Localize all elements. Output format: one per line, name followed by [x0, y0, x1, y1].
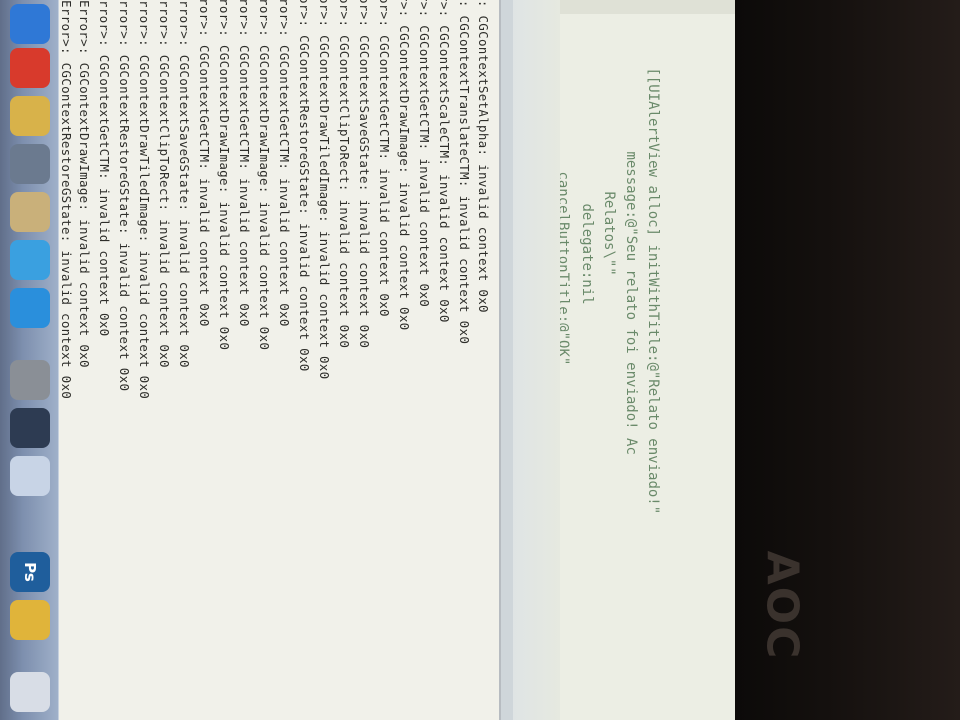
console-line: or>: CGContextSaveGState: invalid contex… — [357, 0, 372, 349]
console-line: ror>: CGContextGetCTM: invalid context 0… — [237, 0, 252, 327]
console-line: rror>: CGContextDrawTiledImage: invalid … — [137, 0, 152, 400]
console-line: Error>: CGContextDrawImage: invalid cont… — [77, 0, 92, 368]
dock: Ps — [0, 0, 59, 720]
console-line: ror>: CGContextGetCTM: invalid context 0… — [277, 0, 292, 327]
divider-line — [499, 0, 501, 720]
console-line: or>: CGContextRestoreGState: invalid con… — [297, 0, 312, 372]
monitor-brand-logo: AOC — [757, 540, 808, 670]
console-line: or>: CGContextGetCTM: invalid context 0x… — [377, 0, 392, 317]
finder-icon[interactable] — [10, 4, 50, 44]
monitor-brand-text: AOC — [756, 550, 808, 660]
monitor-screen: [[UIAlertView alloc] initWithTitle:@"Rel… — [0, 0, 735, 720]
console-line: rror>: CGContextClipToRect: invalid cont… — [157, 0, 172, 368]
photo-scene: AOC [[UIAlertView alloc] initWithTitle:@… — [0, 0, 960, 720]
console-header-bar — [501, 0, 513, 720]
console-line: ror>: CGContextGetCTM: invalid context 0… — [197, 0, 212, 327]
console-line: r>: CGContextDrawImage: invalid context … — [397, 0, 412, 331]
console-line: >: CGContextSetAlpha: invalid context 0x… — [476, 0, 491, 313]
appstore-icon[interactable] — [10, 288, 50, 328]
preview-icon[interactable] — [10, 96, 50, 136]
console-line: or>: CGContextClipToRect: invalid contex… — [337, 0, 352, 349]
dev-app-icon[interactable] — [10, 456, 50, 496]
safari-icon[interactable] — [10, 240, 50, 280]
console-line: ror>: CGContextDrawImage: invalid contex… — [257, 0, 272, 351]
console-line: ror>: CGContextDrawImage: invalid contex… — [217, 0, 232, 351]
chrome-icon[interactable] — [10, 600, 50, 640]
console-line: >: CGContextTranslateCTM: invalid contex… — [457, 0, 472, 345]
instruments-icon[interactable] — [10, 192, 50, 232]
console-line: Error>: CGContextRestoreGState: invalid … — [59, 0, 74, 400]
console-line: r>: CGContextScaleCTM: invalid context 0… — [437, 0, 452, 323]
debug-console[interactable]: >: CGContextSetAlpha: invalid context 0x… — [59, 0, 499, 720]
system-preferences-icon[interactable] — [10, 360, 50, 400]
console-line: r>: CGContextGetCTM: invalid context 0x0 — [417, 0, 432, 308]
photoshop-icon[interactable]: Ps — [10, 552, 50, 592]
console-line: or>: CGContextDrawTiledImage: invalid co… — [317, 0, 332, 380]
console-line: rror>: CGContextSaveGState: invalid cont… — [177, 0, 192, 368]
trash-icon[interactable] — [10, 672, 50, 712]
xcode-icon[interactable] — [10, 144, 50, 184]
calendar-icon[interactable] — [10, 48, 50, 88]
console-line: rror>: CGContextRestoreGState: invalid c… — [117, 0, 132, 392]
console-line: rror>: CGContextGetCTM: invalid context … — [97, 0, 112, 337]
pen-tool-icon[interactable] — [10, 408, 50, 448]
